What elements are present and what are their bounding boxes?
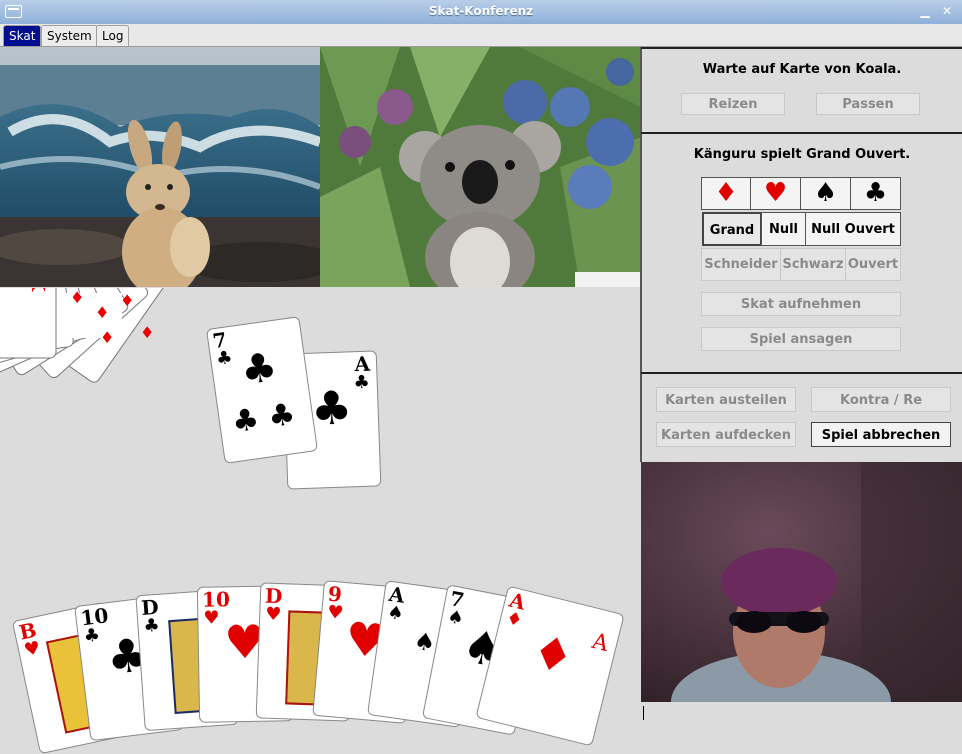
svg-text:♦: ♦ (140, 323, 154, 342)
spade-suit-button[interactable]: ♠ (800, 177, 851, 210)
window-title: Skat-Konferenz (428, 4, 534, 18)
title-bar: Skat-Konferenz ▁ ✕ (0, 0, 962, 25)
tab-bar: Skat System Log (0, 24, 962, 47)
game-status: Känguru spielt Grand Ouvert. (693, 147, 911, 162)
spiel-ansagen-button[interactable]: Spiel ansagen (701, 327, 901, 351)
trick-card: 7 ♣ ♣ ♣ ♣ (205, 316, 319, 464)
fanned-cards: 9 9 D K K B K ♦ ♦ ♦ ♦ ♦ (0, 288, 190, 468)
video-koala (320, 47, 641, 287)
diamond-suit-button[interactable]: ♦ (701, 177, 751, 210)
null-button[interactable]: Null (761, 212, 806, 246)
null-ouvert-button[interactable]: Null Ouvert (805, 212, 901, 246)
karten-austeilen-button[interactable]: Karten austeilen (656, 387, 796, 412)
schneider-button[interactable]: Schneider (701, 248, 781, 281)
minimize-icon[interactable]: ▁ (918, 4, 932, 18)
panel-divider (640, 47, 642, 462)
reizen-button[interactable]: Reizen (681, 93, 785, 115)
karten-aufdecken-button[interactable]: Karten aufdecken (656, 422, 796, 447)
tab-skat[interactable]: Skat (3, 25, 42, 46)
chat-input-cursor[interactable] (643, 706, 644, 720)
grand-button[interactable]: Grand (702, 212, 762, 246)
svg-text:K: K (27, 288, 48, 292)
svg-text:♦: ♦ (95, 303, 109, 322)
spiel-abbrechen-button[interactable]: Spiel abbrechen (811, 422, 951, 447)
kontra-re-button[interactable]: Kontra / Re (811, 387, 951, 412)
panel-separator (641, 132, 962, 134)
svg-text:♦: ♦ (70, 288, 84, 307)
tab-system[interactable]: System (41, 25, 98, 46)
svg-text:♦: ♦ (120, 291, 134, 310)
club-pip: ♣ ♣ (229, 396, 298, 441)
bidding-status: Warte auf Karte von Koala. (702, 62, 902, 77)
panel-separator (641, 47, 962, 49)
ouvert-button[interactable]: Ouvert (845, 248, 901, 281)
panel-separator (641, 372, 962, 374)
heart-suit-button[interactable]: ♥ (750, 177, 801, 210)
svg-text:♦: ♦ (100, 328, 114, 347)
tab-log[interactable]: Log (96, 25, 130, 46)
video-kangaroo (0, 47, 320, 287)
club-suit-button[interactable]: ♣ (850, 177, 901, 210)
passen-button[interactable]: Passen (816, 93, 920, 115)
skat-aufnehmen-button[interactable]: Skat aufnehmen (701, 292, 901, 316)
video-self (641, 462, 962, 702)
close-icon[interactable]: ✕ (940, 4, 954, 18)
schwarz-button[interactable]: Schwarz (780, 248, 846, 281)
